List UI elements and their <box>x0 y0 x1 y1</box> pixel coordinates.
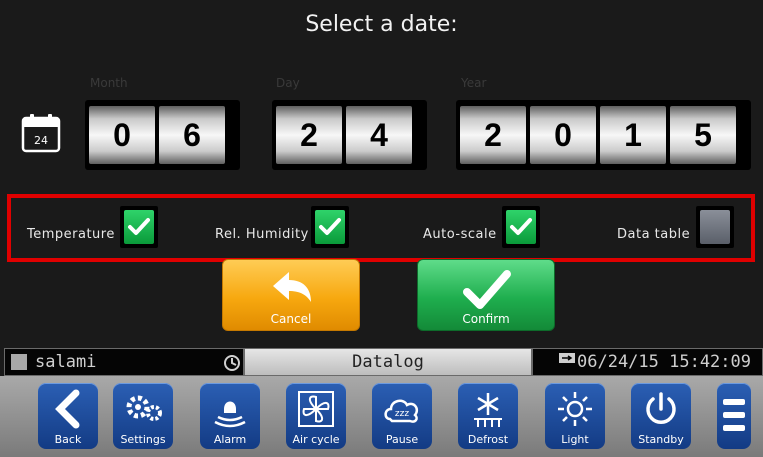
confirm-button[interactable]: Confirm <box>417 259 555 331</box>
temperature-label: Temperature <box>27 227 115 242</box>
year-digit-3[interactable]: 1 <box>600 106 666 164</box>
back-arrow-icon <box>55 389 80 429</box>
light-button[interactable]: Light <box>545 383 605 449</box>
datatable-checkbox[interactable] <box>696 206 734 248</box>
year-digit-2[interactable]: 0 <box>530 106 596 164</box>
pause-button[interactable]: zzz Pause <box>372 383 432 449</box>
clock-icon <box>224 355 240 371</box>
standby-label: Standby <box>638 433 684 446</box>
defrost-label: Defrost <box>467 433 509 446</box>
aircycle-label: Air cycle <box>292 433 340 446</box>
month-selector[interactable]: 0 6 <box>85 100 240 170</box>
screen-title: Datalog <box>244 348 532 376</box>
pause-label: Pause <box>385 433 419 446</box>
usb-icon <box>559 353 575 363</box>
calendar-icon: 24 <box>21 114 61 153</box>
bottom-toolbar: Back Settings Alarm Air cycle zzz Pause <box>0 376 763 457</box>
month-digit-2[interactable]: 6 <box>159 106 225 164</box>
undo-arrow-icon <box>273 272 311 302</box>
gears-icon <box>126 395 162 421</box>
alarm-label: Alarm <box>213 433 247 446</box>
power-icon <box>646 392 676 424</box>
datetime: 06/24/15 15:42:09 <box>577 352 751 372</box>
alarm-button[interactable]: Alarm <box>200 383 260 449</box>
cancel-label: Cancel <box>270 312 312 326</box>
year-label: Year <box>461 76 487 90</box>
alarm-icon <box>214 401 246 428</box>
status-bar: salami Datalog 06/24/15 15:42:09 <box>0 348 763 376</box>
back-button[interactable]: Back <box>38 383 98 449</box>
settings-button[interactable]: Settings <box>113 383 173 449</box>
defrost-button[interactable]: Defrost <box>458 383 518 449</box>
day-digit-2[interactable]: 4 <box>346 106 412 164</box>
cloud-sleep-icon: zzz <box>384 399 419 423</box>
menu-button[interactable] <box>717 383 751 449</box>
temperature-checkbox[interactable] <box>120 206 158 248</box>
humidity-label: Rel. Humidity <box>215 227 309 242</box>
settings-label: Settings <box>120 433 166 446</box>
standby-button[interactable]: Standby <box>631 383 691 449</box>
year-digit-4[interactable]: 5 <box>670 106 736 164</box>
light-bulb-icon <box>558 392 592 426</box>
aircycle-button[interactable]: Air cycle <box>286 383 346 449</box>
back-label: Back <box>54 433 82 446</box>
check-icon <box>510 218 532 235</box>
month-label: Month <box>90 76 128 90</box>
humidity-checkbox[interactable] <box>311 206 349 248</box>
day-selector[interactable]: 2 4 <box>272 100 427 170</box>
device-name: salami <box>35 352 97 372</box>
check-icon <box>128 218 150 235</box>
check-icon <box>463 270 511 309</box>
svg-text:zzz: zzz <box>395 409 409 419</box>
fan-icon <box>298 391 334 427</box>
day-digit-1[interactable]: 2 <box>276 106 342 164</box>
day-label: Day <box>276 76 300 90</box>
light-label: Light <box>561 433 589 446</box>
cancel-button[interactable]: Cancel <box>222 259 360 331</box>
autoscale-label: Auto-scale <box>423 227 497 242</box>
confirm-label: Confirm <box>462 312 510 326</box>
year-digit-1[interactable]: 2 <box>460 106 526 164</box>
calendar-day-text: 24 <box>34 134 48 147</box>
device-square-icon <box>11 354 27 370</box>
month-digit-1[interactable]: 0 <box>89 106 155 164</box>
datatable-label: Data table <box>617 227 691 242</box>
year-selector[interactable]: 2 0 1 5 <box>456 100 751 170</box>
page-title: Select a date: <box>305 12 458 37</box>
check-icon <box>319 218 341 235</box>
autoscale-checkbox[interactable] <box>502 206 540 248</box>
defrost-icon <box>474 393 502 427</box>
menu-icon <box>723 399 745 431</box>
